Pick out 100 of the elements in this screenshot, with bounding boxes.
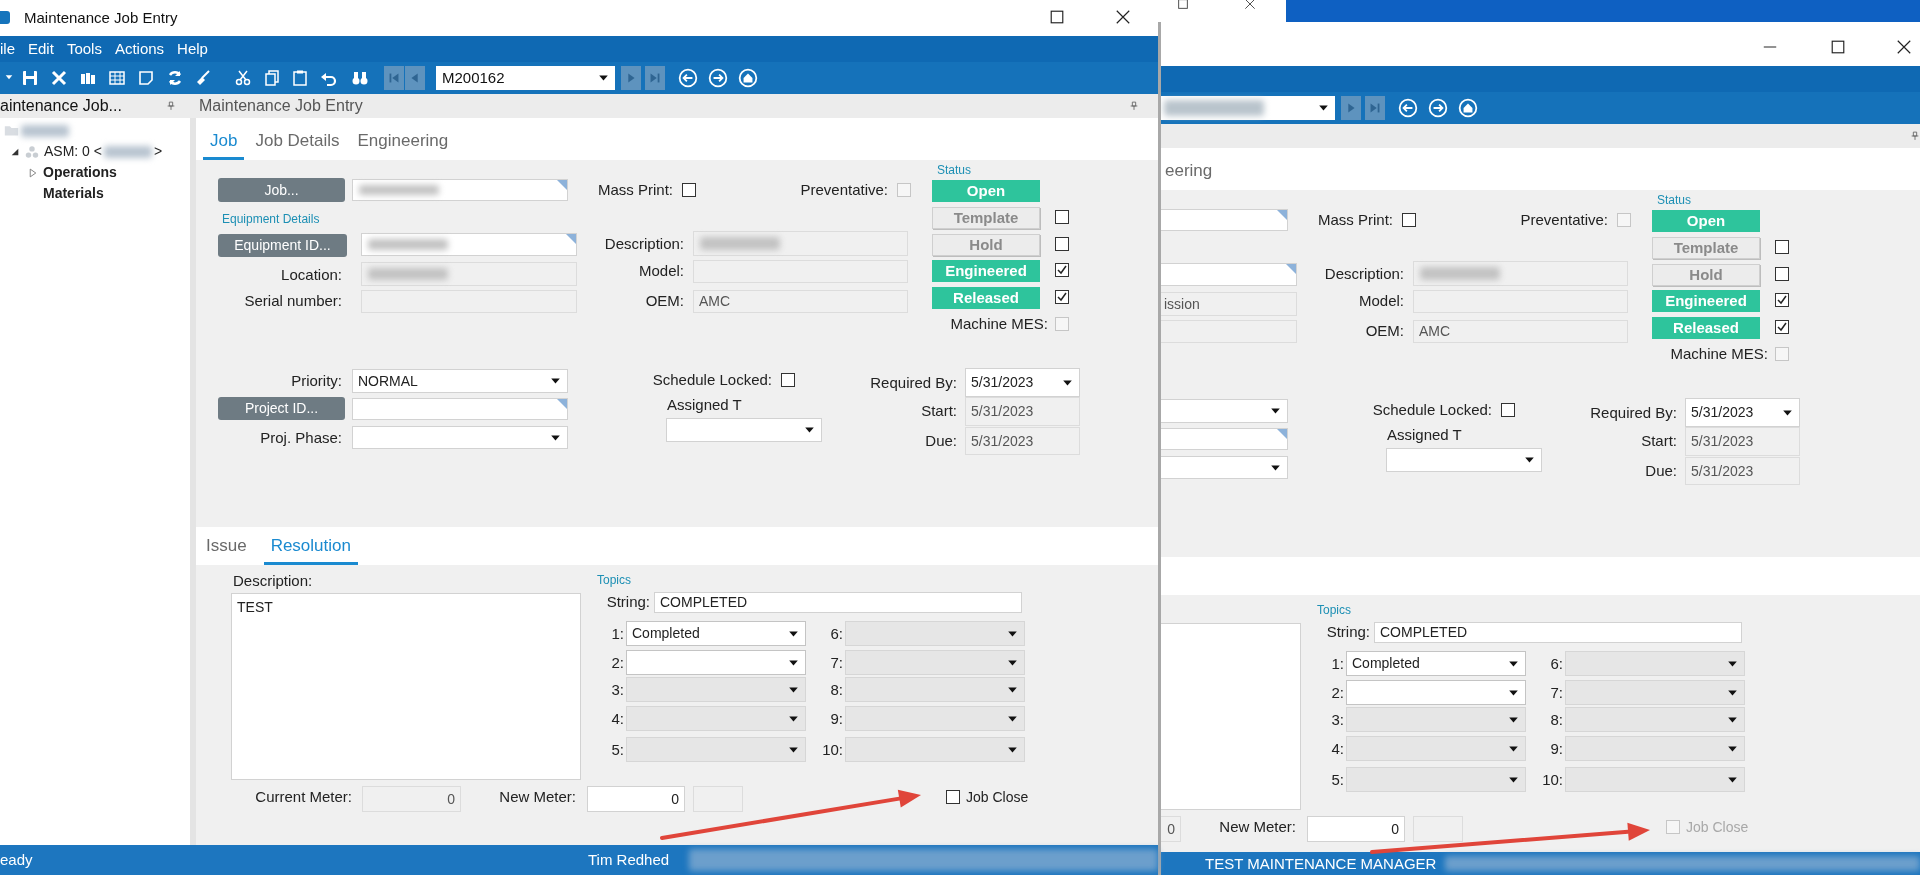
date-field[interactable]: 5/31/2023 [1685,398,1800,427]
dropdown-field[interactable] [1386,448,1542,472]
text-field[interactable]: 5/31/2023 [1685,427,1800,456]
project-id-button[interactable]: Project ID... [218,397,345,420]
close-icon[interactable] [1896,39,1912,55]
tab[interactable]: Issue [199,532,254,565]
text-field[interactable] [1158,209,1288,231]
checkbox[interactable] [1775,320,1789,334]
equipment-id-button[interactable]: Equipment ID... [218,234,347,257]
home-icon[interactable] [738,68,758,88]
tree-item[interactable]: ASM: 0 < [44,141,102,162]
date-field[interactable]: 5/31/2023 [965,368,1080,397]
last-record-button[interactable] [645,66,665,90]
maximize-icon[interactable] [1049,9,1065,25]
text-field[interactable] [1158,263,1297,286]
close-icon[interactable] [1244,0,1256,10]
back-icon[interactable] [678,68,698,88]
scissors-icon[interactable] [234,69,252,87]
checkbox[interactable] [1775,293,1789,307]
pin-icon[interactable] [1129,101,1139,111]
dropdown-field[interactable] [1158,399,1288,423]
text-field[interactable]: 5/31/2023 [1685,457,1800,485]
checkbox[interactable] [1055,210,1069,224]
close-icon[interactable] [1115,9,1131,25]
checkbox[interactable] [1055,237,1069,251]
status-button[interactable]: Template [1652,237,1760,259]
menu-item[interactable]: Actions [114,37,165,61]
tree-item[interactable]: Operations [43,162,117,183]
menu-item[interactable]: ile [0,37,15,61]
record-dropdown[interactable] [1158,96,1335,120]
checkbox[interactable] [1055,290,1069,304]
dropdown-field[interactable]: Completed [626,621,806,646]
maximize-icon[interactable] [1177,0,1189,10]
text-field[interactable]: ission [1158,292,1297,316]
checkbox[interactable] [682,183,696,197]
note-icon[interactable] [137,69,155,87]
menu-item[interactable]: Help [177,37,208,61]
dropdown-field[interactable]: NORMAL [352,369,568,393]
text-field[interactable]: 0 [587,786,685,812]
back-icon[interactable] [1398,98,1418,118]
refresh-icon[interactable] [166,69,184,87]
grid-icon[interactable] [108,69,126,87]
text-field[interactable] [352,179,568,201]
maximize-icon[interactable] [1830,39,1846,55]
binoculars-icon[interactable] [351,69,369,87]
pin-icon[interactable] [166,101,176,111]
copy-icon[interactable] [263,69,281,87]
last-record-button[interactable] [1365,96,1385,120]
text-field[interactable] [361,262,577,286]
first-record-button[interactable] [384,66,404,90]
text-field[interactable] [1158,320,1297,343]
tab[interactable]: eering [1158,157,1220,190]
job-button[interactable]: Job... [218,178,345,202]
checkbox[interactable] [1775,240,1789,254]
tab[interactable]: Engineering [350,127,456,160]
x-icon[interactable] [50,69,68,87]
dropdown-field[interactable] [352,426,568,449]
status-button[interactable]: Hold [932,234,1040,256]
status-button[interactable]: Template [932,207,1040,229]
record-dropdown[interactable]: M200162 [436,66,615,90]
checkbox[interactable] [946,790,960,804]
dropdown-field[interactable] [1346,680,1526,705]
menu-item[interactable]: Tools [66,37,102,61]
previous-record-button[interactable] [405,66,425,90]
text-area[interactable] [1158,623,1301,810]
text-field[interactable]: COMPLETED [654,592,1022,613]
text-field[interactable]: 0 [1307,816,1405,842]
text-field[interactable]: 0 [362,786,461,812]
text-field[interactable] [352,398,568,420]
tab[interactable]: Job Details [248,127,347,160]
text-field[interactable] [693,231,908,256]
dropdown-field[interactable] [1158,456,1288,479]
caret-icon[interactable] [4,72,14,82]
text-field[interactable]: AMC [1413,320,1628,343]
clipboard-icon[interactable] [291,69,309,87]
menu-item[interactable]: Edit [28,37,54,61]
tree-item[interactable]: Materials [43,183,104,204]
dropdown-field[interactable] [666,418,822,442]
checkbox[interactable] [1501,403,1515,417]
text-field[interactable] [1413,816,1463,842]
text-field[interactable]: 5/31/2023 [965,397,1080,426]
pin-icon[interactable] [1910,131,1920,141]
next-record-button[interactable] [621,66,641,90]
dropdown-field[interactable]: Completed [1346,651,1526,676]
status-button[interactable]: Hold [1652,264,1760,286]
text-area[interactable]: TEST [231,593,581,780]
text-field[interactable]: COMPLETED [1374,622,1742,643]
text-field[interactable] [361,233,577,256]
checkbox[interactable] [1402,213,1416,227]
text-field[interactable]: AMC [693,290,908,313]
checkbox[interactable] [1775,267,1789,281]
text-field[interactable] [1158,428,1288,450]
next-record-button[interactable] [1341,96,1361,120]
home-icon[interactable] [1458,98,1478,118]
text-field[interactable] [1413,261,1628,286]
dropdown-field[interactable] [626,650,806,675]
forward-icon[interactable] [1428,98,1448,118]
checkbox[interactable] [1055,263,1069,277]
text-field[interactable]: 5/31/2023 [965,427,1080,455]
checkbox[interactable] [781,373,795,387]
